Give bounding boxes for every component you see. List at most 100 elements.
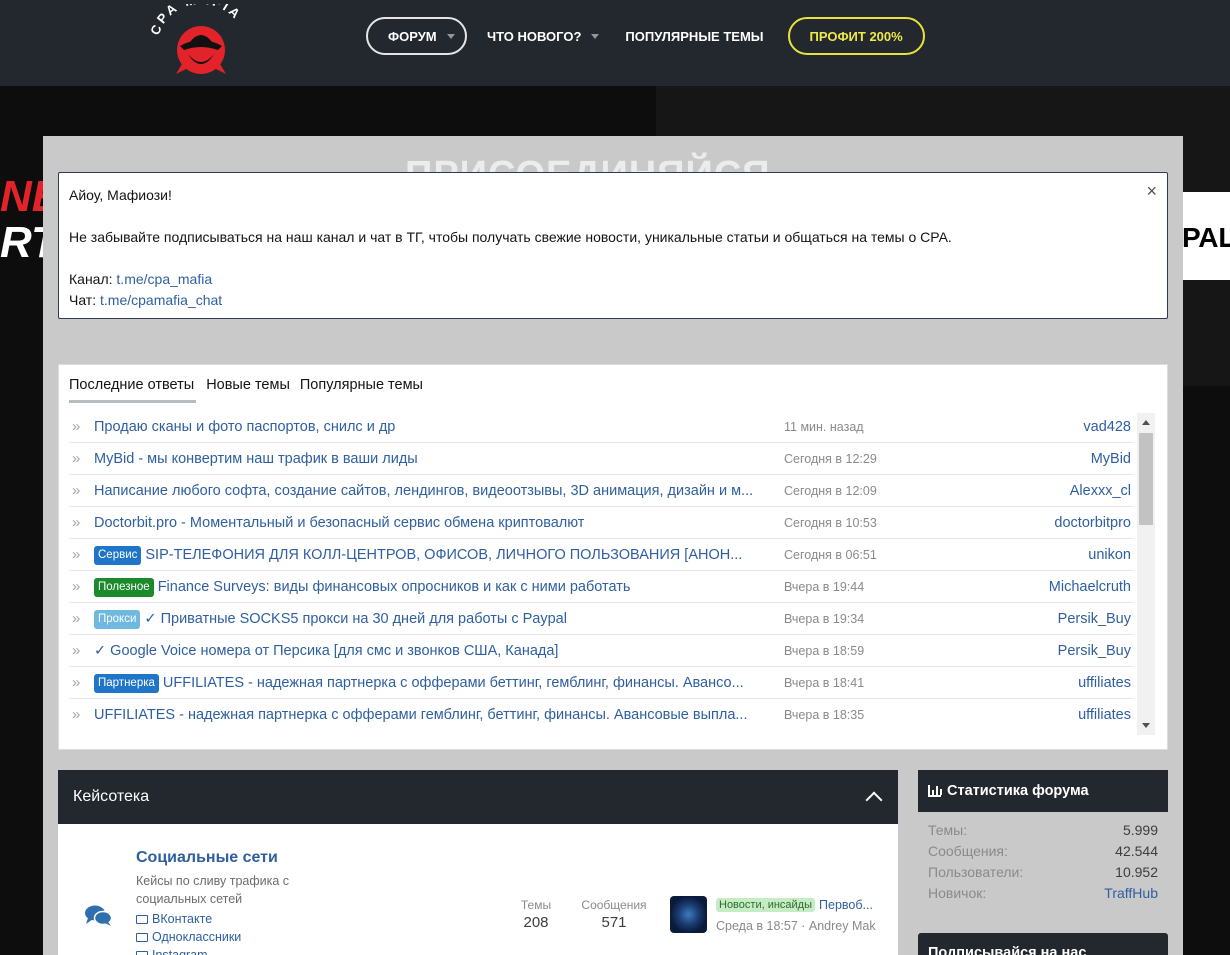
thread-user-link[interactable]: Persik_Buy: [1058, 603, 1131, 635]
thread-user-link[interactable]: uffiliates: [1078, 699, 1131, 731]
thread-title-link[interactable]: UFFILIATES - надежная партнерка с оффера…: [163, 675, 744, 691]
forum-stats-header: Статистика форума: [918, 770, 1168, 812]
notice-greeting: Айоу, Мафиози!: [69, 187, 172, 203]
thread-title-link[interactable]: MyBid - мы конвертим наш трафик в ваши л…: [94, 451, 418, 467]
chevron-down-icon: [446, 33, 455, 39]
thread-title-link[interactable]: UFFILIATES - надежная партнерка с оффера…: [94, 707, 748, 723]
thread-user-link[interactable]: unikon: [1088, 539, 1131, 571]
thread-user-link[interactable]: Alexxx_cl: [1070, 475, 1131, 507]
thread-row: » Прокси ✓ Приватные SOCKS5 прокси на 30 д…: [69, 603, 1133, 635]
thread-user-link[interactable]: MyBid: [1091, 443, 1131, 475]
scroll-up-icon[interactable]: [1142, 420, 1150, 425]
subforum-vkontakte[interactable]: ВКонтакте: [136, 910, 241, 928]
notice-channel-label: Канал:: [69, 271, 113, 287]
avatar[interactable]: [670, 896, 707, 933]
thread-user-link[interactable]: Michaelcruth: [1049, 571, 1131, 603]
newest-member-link[interactable]: TraffHub: [1104, 885, 1158, 906]
node-last-post: Новости, инсайды Первоб... Среда в 18:57…: [716, 896, 886, 933]
double-chevron-right-icon: »: [72, 578, 81, 595]
stat-label: Темы:: [928, 822, 968, 838]
forum-node: Социальные сети Кейсы по сливу трафика с…: [58, 824, 898, 955]
bar-chart-icon: [928, 785, 942, 797]
stat-value: 10.952: [1115, 864, 1158, 880]
scroll-down-icon[interactable]: [1142, 723, 1150, 728]
stat-value: 42.544: [1115, 843, 1158, 859]
thread-title-cell: Doctorbit.pro - Моментальный и безопасны…: [94, 507, 779, 539]
thread-title-link[interactable]: Finance Surveys: виды финансовых опросни…: [158, 579, 631, 595]
thread-title-link[interactable]: ✓ Google Voice номера от Персика [для см…: [94, 643, 558, 659]
stat-value: 5.999: [1122, 822, 1158, 838]
node-threads-stat: Темы 208: [516, 898, 556, 931]
thread-time: Сегодня в 12:29: [784, 452, 877, 466]
node-messages-stat: Сообщения 571: [578, 898, 650, 931]
node-description: Кейсы по сливу трафика с социальных сете…: [136, 874, 290, 906]
thread-time: Сегодня в 06:51: [784, 548, 877, 562]
thread-title-link[interactable]: Продаю сканы и фото паспортов, снилс и д…: [94, 419, 395, 435]
nav-popular-threads[interactable]: ПОПУЛЯРНЫЕ ТЕМЫ: [625, 17, 763, 55]
notice-chat-label: Чат:: [69, 292, 97, 308]
site-logo[interactable]: CPA MAFIA: [146, 4, 256, 78]
sidebar: Статистика форума Темы: 5.999 Сообщения:…: [918, 770, 1168, 955]
thread-row: » UFFILIATES - надежная партнерка с оффер…: [69, 699, 1133, 731]
thread-prefix-badge[interactable]: Сервис: [94, 545, 142, 565]
subforum-instagram[interactable]: Instagram: [136, 946, 241, 955]
notice-channel-link[interactable]: t.me/cpa_mafia: [116, 271, 212, 287]
scrollbar-thumb[interactable]: [1139, 433, 1153, 525]
nav-forum[interactable]: ФОРУМ: [366, 17, 467, 55]
thread-time: Вчера в 19:44: [784, 580, 865, 594]
stat-label: Пользователи:: [928, 864, 1024, 880]
thread-user-link[interactable]: Persik_Buy: [1058, 635, 1131, 667]
close-icon[interactable]: ×: [1146, 181, 1157, 202]
thread-title-cell: Продаю сканы и фото паспортов, снилс и д…: [94, 411, 779, 443]
subforum-label: Одноклассники: [152, 930, 242, 944]
subforum-odnoklassniki[interactable]: Одноклассники: [136, 928, 241, 946]
thread-user-link[interactable]: uffiliates: [1078, 667, 1131, 699]
stat-row-users: Пользователи: 10.952: [928, 864, 1158, 885]
thread-row: » Продаю сканы и фото паспортов, снилс и …: [69, 411, 1133, 443]
thread-row: » Doctorbit.pro - Моментальный и безопасн…: [69, 507, 1133, 539]
latest-threads-widget: Последние ответы Новые темы Популярные т…: [58, 364, 1168, 750]
thread-prefix-badge[interactable]: Прокси: [94, 609, 141, 629]
thread-time: Вчера в 18:41: [784, 676, 865, 690]
thread-row: » Сервис SIP-ТЕЛЕФОНИЯ ДЛЯ КОЛЛ-ЦЕНТРОВ, О…: [69, 539, 1133, 571]
thread-user-link[interactable]: vad428: [1083, 411, 1131, 443]
thread-row: » Полезное Finance Surveys: виды финансовы…: [69, 571, 1133, 603]
thread-title-link[interactable]: Написание любого софта, создание сайтов,…: [94, 483, 753, 499]
notice-chat-link[interactable]: t.me/cpamafia_chat: [100, 292, 222, 308]
thread-title-cell: Прокси ✓ Приватные SOCKS5 прокси на 30 дн…: [94, 603, 779, 635]
tab-latest-replies[interactable]: Последние ответы: [69, 375, 197, 403]
node-title[interactable]: Социальные сети: [136, 849, 278, 867]
thread-prefix-badge[interactable]: Полезное: [94, 577, 154, 597]
thread-title-link[interactable]: ✓ Приватные SOCKS5 прокси на 30 дней для…: [144, 611, 567, 627]
thread-title-cell: Партнерка UFFILIATES - надежная партнерка…: [94, 667, 779, 699]
tab-popular-threads[interactable]: Популярные темы: [300, 375, 423, 403]
tab-new-threads[interactable]: Новые темы: [206, 375, 290, 403]
thread-list-scrollbar[interactable]: [1137, 413, 1155, 735]
thread-time: Сегодня в 10:53: [784, 516, 877, 530]
top-header: CPA MAFIA ФОРУМ ЧТО НОВОГО? ПОПУЛЯРНЫЕ Т…: [0, 0, 1230, 86]
collapse-chevron-up-icon[interactable]: [865, 791, 883, 809]
chevron-down-icon: [591, 33, 600, 39]
folder-icon: [136, 914, 148, 924]
thread-time: Вчера в 19:34: [784, 612, 865, 626]
stat-row-newest-member: Новичок: TraffHub: [928, 885, 1158, 906]
notice-message: Не забывайте подписываться на наш канал …: [69, 229, 952, 245]
double-chevron-right-icon: »: [72, 706, 81, 723]
thread-title-link[interactable]: Doctorbit.pro - Моментальный и безопасны…: [94, 515, 584, 531]
thread-user-link[interactable]: doctorbitpro: [1054, 507, 1131, 539]
double-chevron-right-icon: »: [72, 546, 81, 563]
notice-chat-line: Чат: t.me/cpamafia_chat: [69, 290, 1157, 311]
subforum-list: ВКонтакте Одноклассники Instagram: [136, 910, 241, 955]
thread-row: » ✓ Google Voice номера от Персика [для с…: [69, 635, 1133, 667]
nav-profit-button[interactable]: ПРОФИТ 200%: [787, 17, 925, 55]
nav-whats-new[interactable]: ЧТО НОВОГО?: [487, 17, 600, 55]
thread-title-cell: ✓ Google Voice номера от Персика [для см…: [94, 635, 779, 667]
double-chevron-right-icon: »: [72, 514, 81, 531]
thread-title-cell: UFFILIATES - надежная партнерка с оффера…: [94, 699, 779, 731]
thread-prefix-badge[interactable]: Партнерка: [94, 673, 159, 693]
stat-label: Новичок:: [928, 885, 987, 901]
node-messages-value: 571: [601, 914, 627, 931]
last-post-title[interactable]: Первоб...: [819, 898, 873, 912]
thread-title-link[interactable]: SIP-ТЕЛЕФОНИЯ ДЛЯ КОЛЛ-ЦЕНТРОВ, ОФИСОВ, …: [145, 547, 742, 563]
thread-time: Вчера в 18:59: [784, 644, 865, 658]
